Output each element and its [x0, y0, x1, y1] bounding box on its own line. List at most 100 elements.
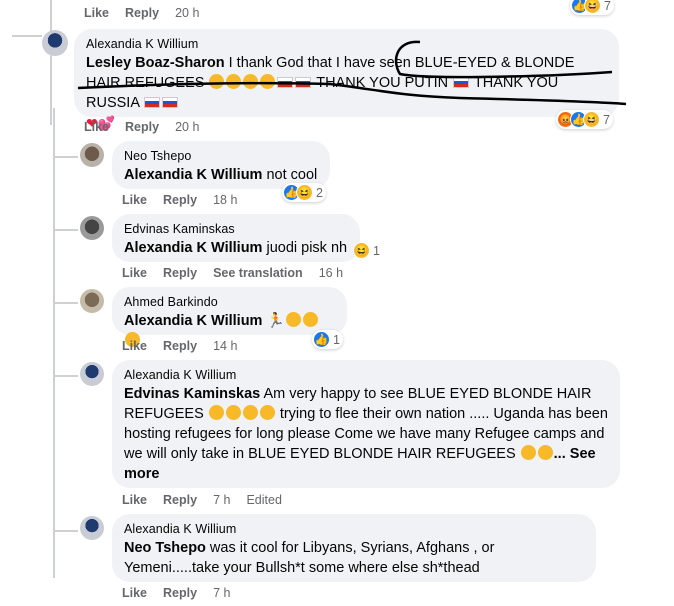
- laughing-emoji-icon: [260, 74, 276, 89]
- russia-flag-icon: [277, 77, 294, 88]
- avatar[interactable]: [80, 143, 104, 167]
- reply-connector: [53, 302, 78, 304]
- reply-button[interactable]: Reply: [163, 193, 197, 207]
- running-emoji-icon: 🏃: [266, 313, 285, 329]
- reaction-summary[interactable]: 😡 👍 😆 7: [556, 110, 613, 129]
- laughing-emoji-icon: [209, 74, 225, 89]
- reply-author[interactable]: Alexandia K Willium: [124, 368, 608, 382]
- mention-link[interactable]: Neo Tshepo: [124, 540, 206, 556]
- like-button[interactable]: Like: [122, 339, 147, 353]
- reply-connector: [53, 156, 78, 158]
- reply-connector: [53, 375, 78, 377]
- reply-connector: [53, 530, 78, 532]
- timestamp[interactable]: 20 h: [175, 120, 199, 134]
- see-translation-button[interactable]: See translation: [213, 266, 303, 280]
- reaction-summary[interactable]: 👍 😆 2: [282, 183, 326, 202]
- reaction-summary[interactable]: 👍 1: [312, 330, 343, 349]
- like-button[interactable]: Like: [122, 493, 147, 507]
- mention-link[interactable]: Alexandia K Willium: [124, 313, 262, 329]
- reply-bubble: Alexandia K Willium Edvinas Kaminskas Am…: [112, 360, 620, 488]
- reply-text: Neo Tshepo was it cool for Libyans, Syri…: [124, 538, 584, 578]
- avatar[interactable]: [80, 362, 104, 386]
- like-button[interactable]: Like: [84, 120, 109, 134]
- laughing-emoji-icon: [225, 405, 241, 420]
- mention-link[interactable]: Edvinas Kaminskas: [124, 386, 260, 402]
- like-button[interactable]: Like: [122, 193, 147, 207]
- laughing-emoji-icon: [302, 312, 318, 327]
- reply-button[interactable]: Reply: [125, 6, 159, 20]
- reaction-count: 1: [373, 243, 380, 258]
- timestamp[interactable]: 14 h: [213, 339, 237, 353]
- prev-comment-actions: Like Reply 20 h: [84, 6, 199, 20]
- reply-actions: Like Reply See translation 16 h: [122, 266, 343, 280]
- timestamp[interactable]: 20 h: [175, 6, 199, 20]
- reaction-summary[interactable]: 👍 😆 7: [570, 0, 614, 15]
- reply-text: Edvinas Kaminskas Am very happy to see B…: [124, 384, 608, 484]
- reply-text-part: not cool: [262, 167, 318, 183]
- mention-link[interactable]: Alexandia K Willium: [124, 240, 262, 256]
- laughing-emoji-icon: [259, 405, 275, 420]
- like-react-icon: 👍: [313, 331, 330, 348]
- laughing-emoji-icon: [242, 405, 258, 420]
- like-button[interactable]: Like: [84, 6, 109, 20]
- reaction-summary[interactable]: 😆 1: [352, 241, 383, 260]
- reply-bubble: Ahmed Barkindo Alexandia K Willium 🏃: [112, 287, 347, 347]
- reply-button[interactable]: Reply: [125, 120, 159, 134]
- like-button[interactable]: Like: [122, 266, 147, 280]
- reaction-count: 1: [333, 332, 340, 347]
- russia-flag-icon: [162, 97, 179, 108]
- comment-text-part: THANK YOU PUTIN: [312, 75, 453, 91]
- laughing-emoji-icon: [285, 312, 301, 327]
- avatar[interactable]: [80, 516, 104, 540]
- reply-author[interactable]: Neo Tshepo: [124, 149, 318, 163]
- reply-button[interactable]: Reply: [163, 493, 197, 507]
- reply-bubble: Alexandia K Willium Neo Tshepo was it co…: [112, 514, 596, 582]
- avatar[interactable]: [80, 289, 104, 313]
- comment-bubble: Alexandia K Willium Lesley Boaz-Sharon I…: [74, 29, 619, 131]
- haha-react-icon: 😆: [353, 242, 370, 259]
- mention-link[interactable]: Alexandia K Willium: [124, 167, 262, 183]
- mention-link[interactable]: Lesley Boaz-Sharon: [86, 55, 225, 71]
- laughing-emoji-icon: [520, 445, 536, 460]
- thread-connector: [12, 35, 42, 37]
- russia-flag-icon: [453, 77, 470, 88]
- reply-connector: [53, 229, 78, 231]
- avatar[interactable]: [80, 216, 104, 240]
- timestamp[interactable]: 7 h: [213, 586, 230, 600]
- reply-actions: Like Reply 7 h Edited: [122, 493, 282, 507]
- timestamp[interactable]: 16 h: [319, 266, 343, 280]
- thread-line-outer: [50, 0, 52, 125]
- laughing-emoji-icon: [537, 445, 553, 460]
- reply-author[interactable]: Alexandia K Willium: [124, 522, 584, 536]
- reply-bubble: Neo Tshepo Alexandia K Willium not cool: [112, 141, 330, 189]
- haha-react-icon: 😆: [296, 184, 313, 201]
- timestamp[interactable]: 7 h: [213, 493, 230, 507]
- russia-flag-icon: [144, 97, 161, 108]
- reply-button[interactable]: Reply: [163, 339, 197, 353]
- comment-author[interactable]: Alexandia K Willium: [86, 37, 607, 51]
- reply-author[interactable]: Edvinas Kaminskas: [124, 222, 348, 236]
- comment-actions: Like Reply 20 h: [84, 120, 199, 134]
- reply-button[interactable]: Reply: [163, 266, 197, 280]
- reply-text: Alexandia K Willium juodi pisk nh: [124, 238, 348, 258]
- reply-text: Alexandia K Willium not cool: [124, 165, 318, 185]
- timestamp[interactable]: 18 h: [213, 193, 237, 207]
- edited-label: Edited: [246, 493, 282, 507]
- thread-line-replies: [53, 108, 55, 578]
- reply-actions: Like Reply 7 h: [122, 586, 230, 600]
- reply-bubble: Edvinas Kaminskas Alexandia K Willium ju…: [112, 214, 360, 262]
- reaction-count: 7: [604, 0, 611, 13]
- reply-author[interactable]: Ahmed Barkindo: [124, 295, 335, 309]
- laughing-emoji-icon: [208, 405, 224, 420]
- laughing-emoji-icon: [226, 74, 242, 89]
- like-button[interactable]: Like: [122, 586, 147, 600]
- reply-text-part: juodi pisk nh: [262, 240, 348, 256]
- haha-react-icon: 😆: [584, 0, 601, 14]
- haha-react-icon: 😆: [583, 111, 600, 128]
- russia-flag-icon: [295, 77, 312, 88]
- reply-button[interactable]: Reply: [163, 586, 197, 600]
- reaction-count: 2: [316, 185, 323, 200]
- avatar[interactable]: [42, 30, 68, 56]
- reaction-count: 7: [603, 112, 610, 127]
- laughing-emoji-icon: [243, 74, 259, 89]
